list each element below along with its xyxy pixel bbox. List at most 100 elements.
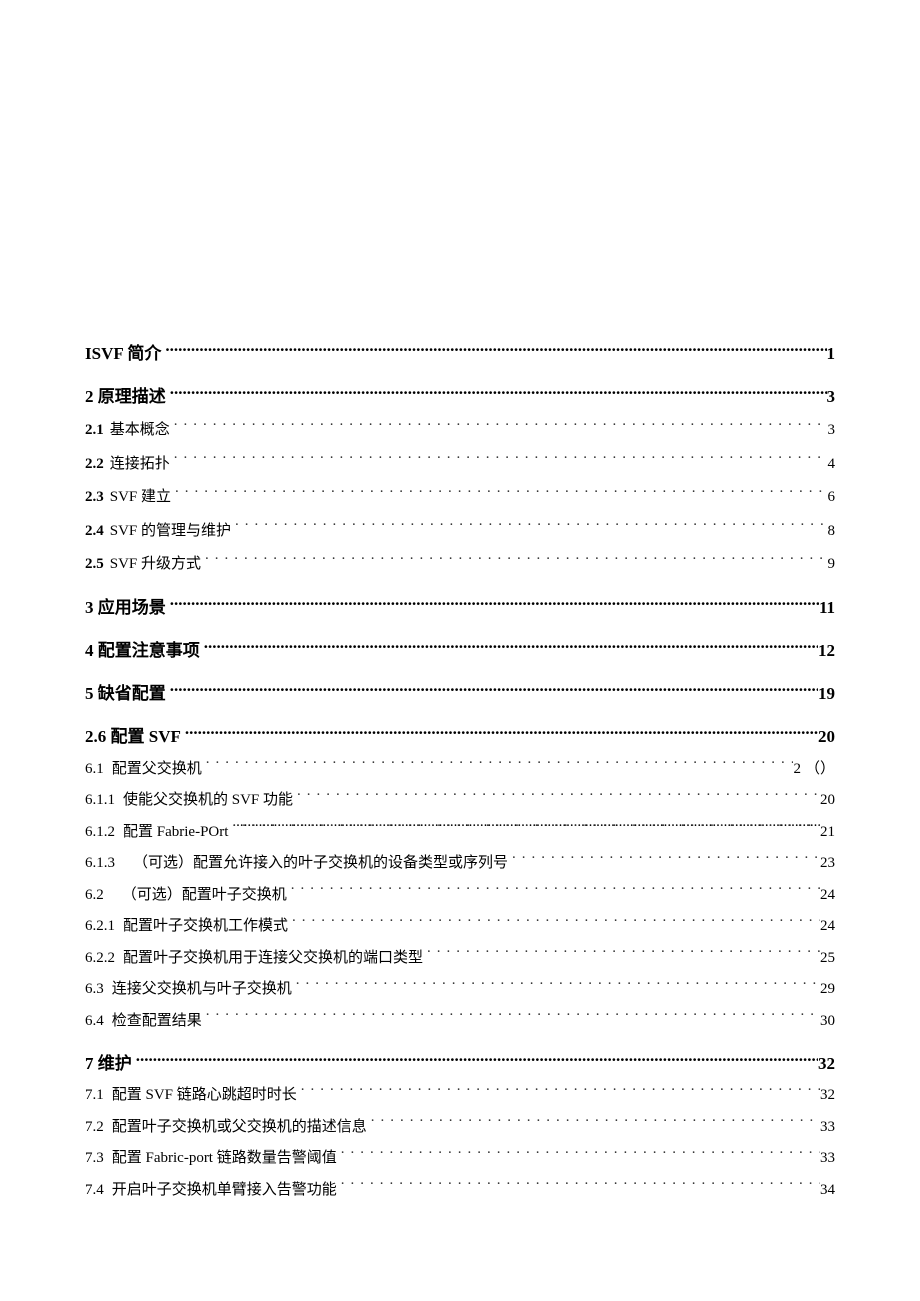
toc-leader-dots [174, 453, 828, 468]
toc-entry-title: SVF 的管理与维护 [110, 519, 231, 545]
toc-entry[interactable]: 6.1.2 配置 Fabrie-POrt.....................… [85, 820, 835, 846]
toc-entry-number: 7.1 [85, 1083, 104, 1109]
toc-entry-number: 7.3 [85, 1146, 104, 1172]
toc-entry-page: 6 [828, 485, 836, 511]
toc-entry-title: 连接拓扑 [110, 452, 170, 478]
toc-leader-dots [301, 1084, 820, 1099]
toc-leader-dots [206, 758, 794, 773]
toc-entry-title: 配置叶子交换机工作模式 [123, 914, 288, 940]
toc-entry[interactable]: 2 原理描述3 [85, 383, 835, 410]
toc-entry-title: 配置 Fabric-port 链路数量告警阈值 [112, 1146, 337, 1172]
toc-leader-dots [174, 419, 828, 434]
toc-entry-title: 检查配置结果 [112, 1009, 202, 1035]
toc-leader-dots [235, 520, 827, 535]
toc-entry-number: 7.2 [85, 1115, 104, 1141]
toc-entry[interactable]: 6.4 检查配置结果 30 [85, 1009, 835, 1035]
toc-leader-dots [512, 852, 820, 867]
toc-entry-number: 2.2 [85, 452, 104, 478]
toc-entry-page: 8 [828, 519, 836, 545]
toc-entry-title: （可选）配置允许接入的叶子交换机的设备类型或序列号 [133, 851, 508, 877]
toc-page: ISVF 简介1 2 原理描述3 2.1 基本概念 3 2.2 连接拓扑 4 2.3SVF 建立… [0, 0, 920, 1301]
table-of-contents: ISVF 简介1 2 原理描述3 2.1 基本概念 3 2.2 连接拓扑 4 2.3SVF 建立… [85, 340, 835, 1203]
toc-entry-page: 9 [828, 552, 836, 578]
toc-entry-number: 2.5 [85, 552, 104, 578]
toc-entry-number: 6.1.1 [85, 788, 115, 814]
toc-entry-title: 配置 Fabrie-POrt [123, 820, 228, 846]
toc-leader-dots [165, 342, 826, 359]
toc-entry[interactable]: 6.3连接父交换机与叶子交换机29 [85, 977, 835, 1003]
toc-entry-page: 20 [818, 723, 835, 750]
toc-entry-page: 11 [819, 594, 835, 621]
toc-entry[interactable]: 7.1配置 SVF 链路心跳超时时长32 [85, 1083, 835, 1109]
toc-leader-dots [427, 947, 820, 962]
toc-entry-page: 24 [820, 883, 835, 909]
toc-entry[interactable]: 2.3SVF 建立6 [85, 485, 835, 511]
toc-entry-page: 29 [820, 977, 835, 1003]
toc-leader-dots [205, 553, 827, 568]
toc-entry-title: 配置父交换机 [112, 757, 202, 783]
toc-entry-title: 开启叶子交换机单臂接入告警功能 [112, 1178, 337, 1204]
toc-leader-dots [341, 1179, 820, 1194]
toc-entry[interactable]: 6.1.3（可选）配置允许接入的叶子交换机的设备类型或序列号23 [85, 851, 835, 877]
toc-entry-page: 12 [818, 637, 835, 664]
toc-entry[interactable]: 5 缺省配置19 [85, 680, 835, 707]
toc-leader-dots [170, 385, 827, 402]
toc-entry[interactable]: 3 应用场景11 [85, 594, 835, 621]
toc-leader-dots [170, 596, 819, 613]
toc-entry[interactable]: ISVF 简介1 [85, 340, 835, 367]
toc-entry-title: 7 维护 [85, 1050, 132, 1077]
toc-entry-title: 配置叶子交换机用于连接父交换机的端口类型 [123, 946, 423, 972]
toc-entry[interactable]: 2.6 配置 SVF 20 [85, 723, 835, 750]
toc-entry[interactable]: 4 配置注意事项 12 [85, 637, 835, 664]
toc-entry-title: SVF 升级方式 [110, 552, 201, 578]
toc-entry-number: 6.1.2 [85, 820, 115, 846]
toc-entry[interactable]: 7.4 开启叶子交换机单臂接入告警功能 34 [85, 1178, 835, 1204]
toc-entry[interactable]: 6.1配置父交换机2（） [85, 757, 835, 783]
toc-leader-dots [291, 884, 820, 899]
toc-entry-title: 4 配置注意事项 [85, 637, 200, 664]
toc-entry-page: 30 [820, 1009, 835, 1035]
toc-entry[interactable]: 2.5 SVF 升级方式 9 [85, 552, 835, 578]
toc-entry[interactable]: 7.2 配置叶子交换机或父交换机的描述信息 33 [85, 1115, 835, 1141]
toc-entry[interactable]: 6.2.1 配置叶子交换机工作模式 24 [85, 914, 835, 940]
toc-leader-dots [371, 1116, 820, 1131]
toc-entry[interactable]: 6.1.1使能父交换机的 SVF 功能20 [85, 788, 835, 814]
toc-leader-dots: ........................................… [232, 821, 820, 836]
toc-entry-number: 6.4 [85, 1009, 104, 1035]
toc-entry-page: 33 [820, 1146, 835, 1172]
toc-leader-dots [175, 486, 827, 501]
toc-entry-page: 3 [827, 383, 836, 410]
toc-entry-number: 6.2 [85, 883, 104, 909]
toc-leader-dots [341, 1147, 820, 1162]
toc-entry-page: 3 [828, 418, 836, 444]
toc-entry-title: 配置 SVF 链路心跳超时时长 [112, 1083, 297, 1109]
toc-entry-page: 21 [820, 820, 835, 846]
toc-entry-page: 2 [793, 757, 801, 783]
toc-entry-number: 6.3 [85, 977, 104, 1003]
toc-entry-page: 1 [827, 340, 836, 367]
toc-entry-title: 配置叶子交换机或父交换机的描述信息 [112, 1115, 367, 1141]
toc-entry-title: 基本概念 [110, 418, 170, 444]
toc-entry[interactable]: 6.2 （可选）配置叶子交换机 24 [85, 883, 835, 909]
toc-entry-number: 6.2.1 [85, 914, 115, 940]
toc-entry-number: 2.4 [85, 519, 104, 545]
toc-leader-dots [297, 789, 820, 804]
toc-entry-page: 33 [820, 1115, 835, 1141]
toc-entry-page: 25 [820, 946, 835, 972]
toc-entry-page: 24 [820, 914, 835, 940]
toc-entry[interactable]: 2.1 基本概念 3 [85, 418, 835, 444]
toc-entry[interactable]: 7.3 配置 Fabric-port 链路数量告警阈值 33 [85, 1146, 835, 1172]
toc-entry-title: 使能父交换机的 SVF 功能 [123, 788, 293, 814]
toc-entry-number: 2.1 [85, 418, 104, 444]
toc-entry-number: 7.4 [85, 1178, 104, 1204]
toc-entry[interactable]: 7 维护32 [85, 1050, 835, 1077]
toc-entry-title: （可选）配置叶子交换机 [122, 883, 287, 909]
toc-leader-dots [170, 682, 818, 699]
toc-entry[interactable]: 6.2.2配置叶子交换机用于连接父交换机的端口类型25 [85, 946, 835, 972]
toc-entry[interactable]: 2.4 SVF 的管理与维护 8 [85, 519, 835, 545]
toc-leader-dots [204, 639, 818, 656]
toc-entry-page: 34 [820, 1178, 835, 1204]
toc-entry-page: 4 [828, 452, 836, 478]
toc-entry[interactable]: 2.2 连接拓扑 4 [85, 452, 835, 478]
toc-entry-title: 2.6 配置 SVF [85, 723, 181, 750]
